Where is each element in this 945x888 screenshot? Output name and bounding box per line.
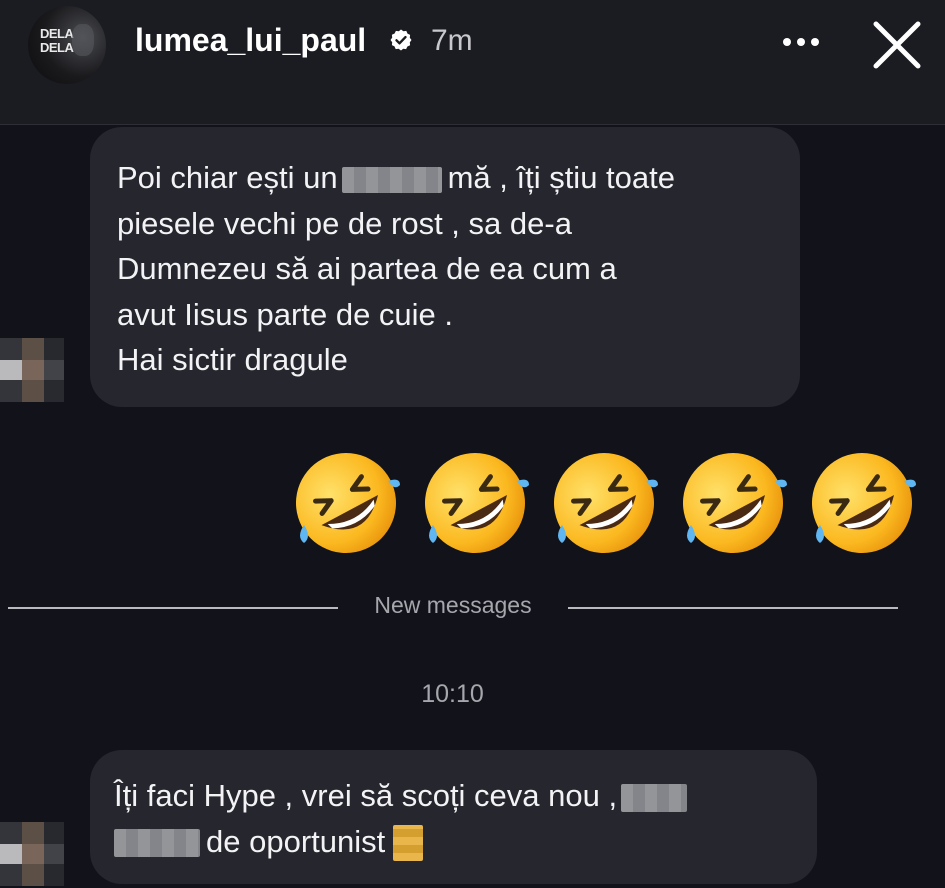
rolling-laughing-emoji-icon bbox=[296, 453, 400, 553]
message-line: piesele vechi pe de rost , sa de-a bbox=[117, 205, 572, 241]
more-options-icon[interactable] bbox=[776, 24, 826, 60]
message-line: avut Iisus parte de cuie . bbox=[117, 296, 454, 332]
close-icon[interactable] bbox=[866, 14, 928, 76]
emoji-message bbox=[290, 447, 930, 557]
message-bubble: Poi chiar ești un mă , îți știu toate pie… bbox=[90, 127, 800, 407]
rolling-laughing-emoji-icon bbox=[554, 453, 658, 553]
divider-line bbox=[8, 607, 338, 609]
post-time: 7m bbox=[431, 24, 473, 57]
divider-line bbox=[568, 607, 898, 609]
redacted-word bbox=[341, 166, 442, 193]
redacted-emoji bbox=[393, 825, 424, 862]
profile-avatar[interactable]: DELA DELA bbox=[28, 6, 106, 84]
avatar-logo: DELA DELA bbox=[40, 26, 74, 55]
message-timestamp: 10:10 bbox=[421, 680, 484, 708]
message-line: de oportunist bbox=[114, 819, 687, 865]
redacted-word bbox=[621, 783, 688, 812]
username[interactable]: lumea_lui_paul bbox=[135, 22, 366, 59]
rolling-laughing-emoji-icon bbox=[425, 453, 529, 553]
sender-avatar[interactable] bbox=[0, 822, 64, 886]
message-line: Hai sictir dragule bbox=[117, 342, 348, 377]
rolling-laughing-emoji-icon bbox=[683, 453, 787, 553]
message-line: Poi chiar ești un mă , îți știu toate bbox=[117, 160, 675, 195]
avatar-portrait bbox=[72, 24, 94, 56]
verified-badge-icon bbox=[390, 29, 412, 51]
story-header: DELA DELA lumea_lui_paul 7m bbox=[0, 0, 945, 125]
new-messages-label: New messages bbox=[374, 592, 532, 618]
message-bubble: Îți faci Hype , vrei să scoți ceva nou ,… bbox=[90, 750, 817, 884]
sender-avatar[interactable] bbox=[0, 338, 64, 402]
rolling-laughing-emoji-icon bbox=[812, 453, 916, 553]
message-text: Îți faci Hype , vrei să scoți ceva nou ,… bbox=[114, 773, 688, 865]
message-line: Îți faci Hype , vrei să scoți ceva nou , bbox=[114, 773, 688, 819]
message-line: Dumnezeu să ai partea de ea cum a bbox=[117, 251, 617, 286]
message-text: Poi chiar ești un mă , îți știu toate pie… bbox=[117, 155, 675, 383]
redacted-word bbox=[114, 829, 200, 858]
